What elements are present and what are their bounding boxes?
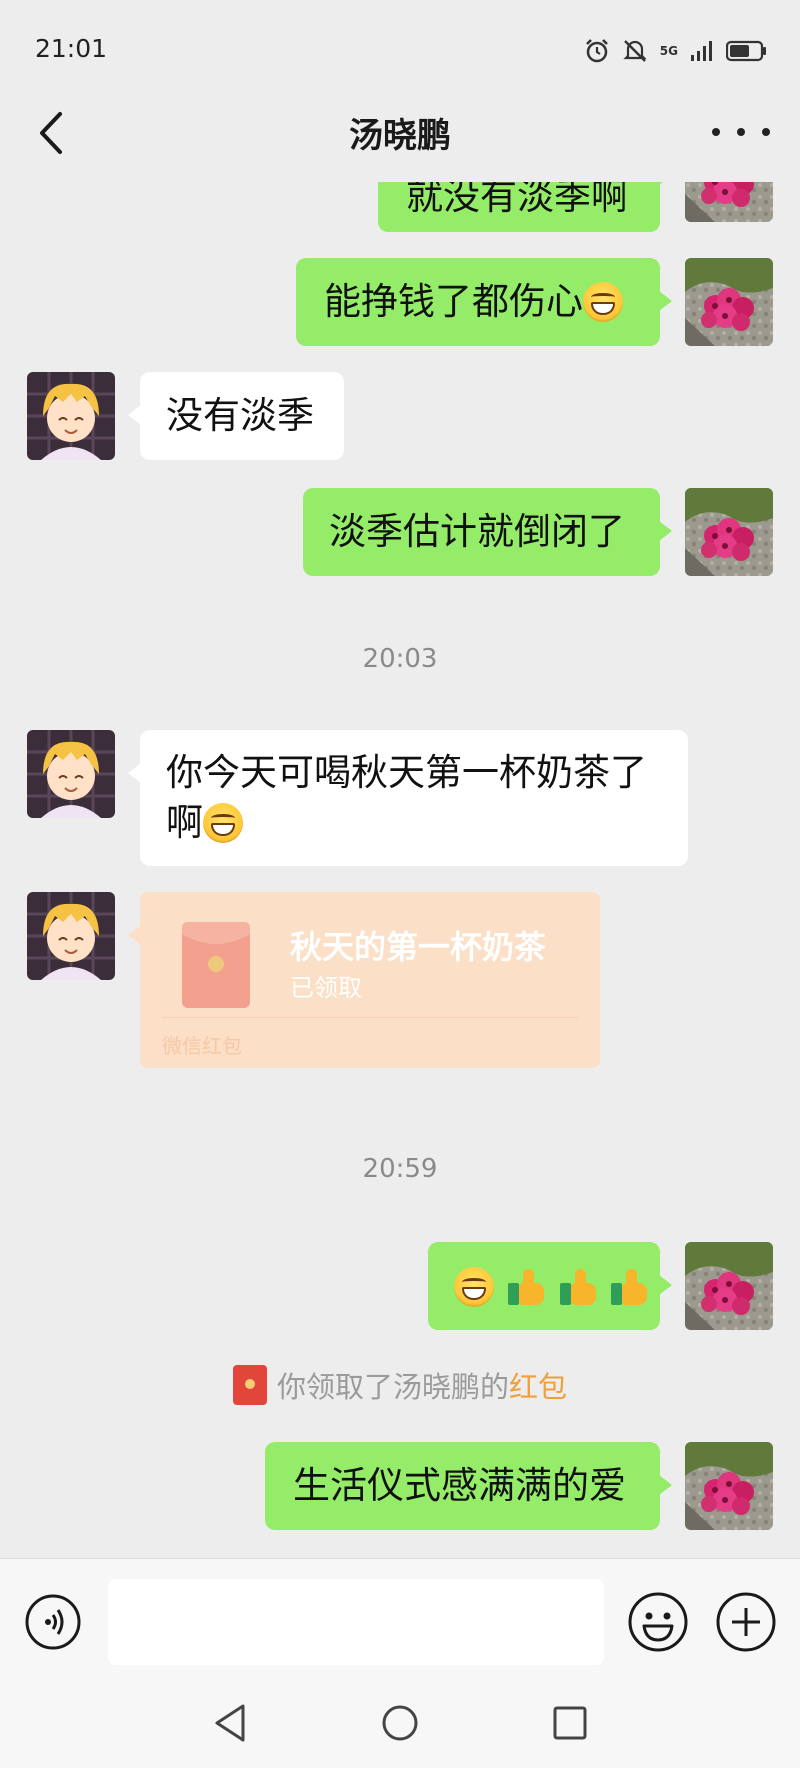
red-packet-link[interactable]: 红包 (509, 1370, 567, 1404)
network-label: 5G (659, 44, 678, 58)
chat-area[interactable]: 就没有淡季啊 能挣钱了都伤心 没有淡季 淡季估计就倒闭了 20:03 你今天可喝… (0, 182, 800, 1558)
red-packet-icon (182, 922, 250, 1008)
system-message: 你领取了汤晓鹏的红包 (0, 1364, 800, 1406)
system-message-text: 你领取了汤晓鹏的 (276, 1370, 509, 1404)
input-bar (0, 1558, 800, 1687)
message-text: 就没有淡季啊 (406, 182, 628, 218)
my-avatar[interactable] (685, 1242, 773, 1330)
status-time: 21:01 (35, 34, 108, 63)
alarm-icon (585, 39, 608, 63)
contact-avatar[interactable] (27, 372, 115, 460)
more-dot-icon (762, 128, 770, 136)
grin-emoji-icon (583, 282, 623, 322)
contact-avatar[interactable] (27, 730, 115, 818)
nav-home-icon[interactable] (375, 1698, 425, 1748)
thumbs-up-emoji-icon (507, 1267, 546, 1307)
message-bubble-sent[interactable]: 能挣钱了都伤心 (296, 258, 672, 346)
status-bar: 21:01 5G (0, 0, 800, 100)
message-text: 生活仪式感满满的爱 (293, 1464, 626, 1507)
timestamp: 20:03 (362, 644, 438, 674)
message-bubble-sent[interactable]: 淡季估计就倒闭了 (303, 488, 672, 576)
back-button[interactable] (30, 108, 74, 158)
my-avatar[interactable] (685, 1442, 773, 1530)
more-dot-icon (712, 128, 720, 136)
timestamp: 20:59 (362, 1154, 438, 1184)
my-avatar[interactable] (685, 182, 773, 222)
red-packet-card[interactable]: 秋天的第一杯奶茶 已领取 微信红包 (128, 892, 600, 1068)
more-dot-icon (737, 128, 745, 136)
more-options-button[interactable] (712, 116, 770, 148)
message-text: 能挣钱了都伤心 (324, 280, 583, 323)
thumbs-up-emoji-icon (611, 1267, 649, 1307)
emoji-button[interactable] (627, 1591, 689, 1653)
my-avatar[interactable] (685, 488, 773, 576)
message-input[interactable] (108, 1579, 604, 1665)
status-icons: 5G (584, 38, 768, 64)
red-packet-title: 秋天的第一杯奶茶 (290, 928, 547, 966)
chat-title: 汤晓鹏 (349, 116, 451, 156)
nav-back-icon[interactable] (205, 1698, 255, 1748)
divider (162, 1017, 578, 1018)
grin-emoji-icon (454, 1267, 494, 1307)
message-bubble-received[interactable]: 你今天可喝秋天第一杯奶茶了 啊 (128, 730, 688, 866)
mute-icon (623, 40, 647, 62)
message-bubble-sent[interactable]: 生活仪式感满满的爱 (265, 1442, 672, 1530)
message-bubble-received[interactable]: 没有淡季 (128, 372, 344, 460)
voice-input-button[interactable] (24, 1593, 82, 1651)
message-text: 淡季估计就倒闭了 (329, 510, 625, 553)
red-packet-icon (232, 1365, 267, 1405)
message-text: 啊 (166, 801, 203, 844)
message-bubble-sent[interactable] (428, 1242, 672, 1330)
chat-header: 汤晓鹏 (0, 88, 800, 182)
grin-emoji-icon (203, 803, 243, 843)
signal-icon (691, 41, 712, 61)
my-avatar[interactable] (685, 258, 773, 346)
message-bubble-sent[interactable]: 就没有淡季啊 (378, 182, 672, 232)
message-text: 你今天可喝秋天第一杯奶茶了 (166, 751, 647, 794)
more-features-button[interactable] (715, 1591, 777, 1653)
red-packet-footer: 微信红包 (162, 1034, 242, 1058)
thumbs-up-emoji-icon (559, 1267, 598, 1307)
nav-recents-icon[interactable] (545, 1698, 595, 1748)
red-packet-status: 已领取 (290, 974, 362, 1002)
contact-avatar[interactable] (27, 892, 115, 980)
system-nav-bar (0, 1686, 800, 1768)
message-text: 没有淡季 (166, 394, 314, 437)
battery-icon (726, 40, 766, 62)
